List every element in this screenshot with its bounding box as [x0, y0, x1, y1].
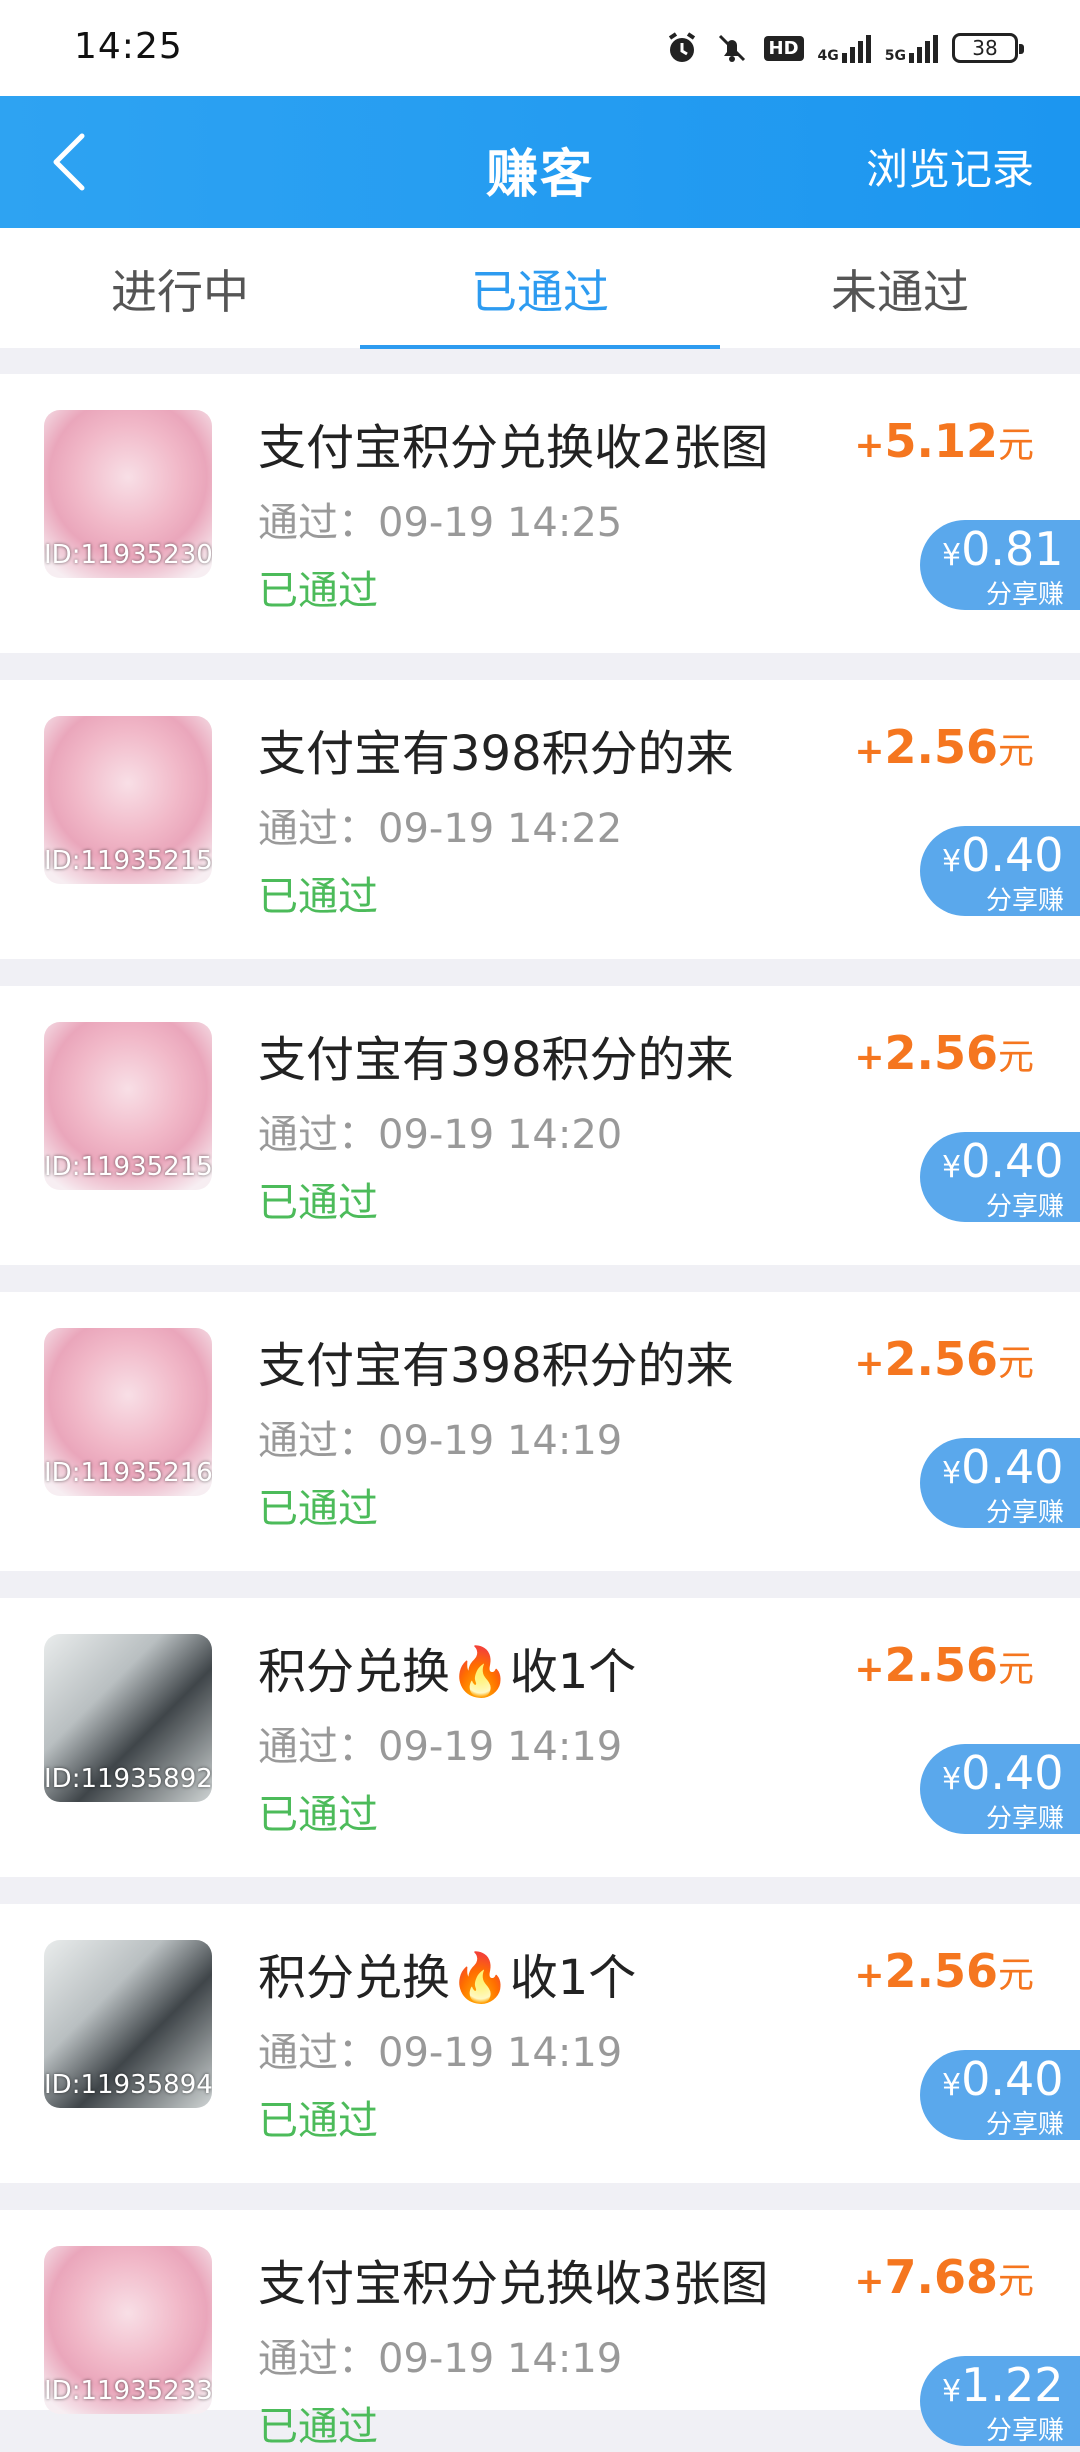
tab-in-progress[interactable]: 进行中 — [0, 256, 360, 322]
reward-amount: +2.56元 — [854, 1944, 1034, 1998]
avatar: ID:11935233 — [44, 2246, 212, 2414]
mute-bell-icon — [714, 30, 750, 66]
pass-time: 通过：09-19 14:19 — [258, 2030, 623, 2076]
list-item[interactable]: ID:11935215 支付宝有398积分的来 通过：09-19 14:22 已… — [0, 680, 1080, 959]
reward-amount: +5.12元 — [854, 414, 1034, 468]
reward-amount: +2.56元 — [854, 1026, 1034, 1080]
reward-amount: +2.56元 — [854, 1332, 1034, 1386]
task-title: 积分兑换🔥收1个 — [258, 1644, 637, 1700]
status-label: 已通过 — [258, 1180, 378, 1226]
list-item[interactable]: ID:11935215 支付宝有398积分的来 通过：09-19 14:20 已… — [0, 986, 1080, 1265]
list-item[interactable]: ID:11935216 支付宝有398积分的来 通过：09-19 14:19 已… — [0, 1292, 1080, 1571]
share-amount: ¥1.22 — [942, 2358, 1064, 2412]
avatar-id-tag: ID:11935216 — [44, 1458, 212, 1488]
avatar-id-tag: ID:11935892 — [44, 1764, 212, 1794]
tab-passed[interactable]: 已通过 — [360, 256, 720, 322]
signal-5g-icon: 5G — [885, 33, 938, 63]
alarm-icon — [664, 30, 700, 66]
share-label: 分享赚 — [985, 1804, 1064, 1834]
share-earn-button[interactable]: ¥0.40 分享赚 — [920, 826, 1080, 916]
avatar: ID:11935230 — [44, 410, 212, 578]
status-label: 已通过 — [258, 1792, 378, 1838]
share-amount: ¥0.40 — [942, 828, 1064, 882]
tab-failed[interactable]: 未通过 — [720, 256, 1080, 322]
share-earn-button[interactable]: ¥0.40 分享赚 — [920, 1132, 1080, 1222]
list-item[interactable]: ID:11935230 支付宝积分兑换收2张图 通过：09-19 14:25 已… — [0, 374, 1080, 653]
share-earn-button[interactable]: ¥0.81 分享赚 — [920, 520, 1080, 610]
share-earn-button[interactable]: ¥0.40 分享赚 — [920, 1438, 1080, 1528]
list-item[interactable]: ID:11935233 支付宝积分兑换收3张图 通过：09-19 14:19 已… — [0, 2210, 1080, 2450]
share-amount: ¥0.40 — [942, 1440, 1064, 1494]
task-title: 支付宝有398积分的来 — [258, 726, 734, 782]
reward-amount: +7.68元 — [854, 2250, 1034, 2304]
share-amount: ¥0.81 — [942, 522, 1064, 576]
avatar-id-tag: ID:11935894 — [44, 2070, 212, 2100]
share-amount: ¥0.40 — [942, 1746, 1064, 1800]
pass-time: 通过：09-19 14:19 — [258, 2336, 623, 2382]
status-label: 已通过 — [258, 1486, 378, 1532]
app-bar: 赚客 浏览记录 — [0, 96, 1080, 228]
avatar: ID:11935215 — [44, 1022, 212, 1190]
pass-time: 通过：09-19 14:20 — [258, 1112, 623, 1158]
status-label: 已通过 — [258, 2404, 378, 2450]
active-tab-indicator — [360, 345, 720, 349]
share-label: 分享赚 — [985, 1498, 1064, 1528]
avatar: ID:11935892 — [44, 1634, 212, 1802]
share-label: 分享赚 — [985, 1192, 1064, 1222]
list-item[interactable]: ID:11935894 积分兑换🔥收1个 通过：09-19 14:19 已通过 … — [0, 1904, 1080, 2183]
list-item[interactable]: ID:11935892 积分兑换🔥收1个 通过：09-19 14:19 已通过 … — [0, 1598, 1080, 1877]
task-title: 支付宝积分兑换收3张图 — [258, 2256, 769, 2312]
avatar-id-tag: ID:11935215 — [44, 1152, 212, 1182]
status-label: 已通过 — [258, 568, 378, 614]
reward-amount: +2.56元 — [854, 1638, 1034, 1692]
hd-icon: HD — [763, 35, 804, 61]
share-amount: ¥0.40 — [942, 2052, 1064, 2106]
avatar: ID:11935215 — [44, 716, 212, 884]
share-earn-button[interactable]: ¥0.40 分享赚 — [920, 1744, 1080, 1834]
status-bar: 14:25 HD 4G 5G 38 — [0, 0, 1080, 96]
pass-time: 通过：09-19 14:25 — [258, 500, 623, 546]
reward-amount: +2.56元 — [854, 720, 1034, 774]
task-title: 支付宝积分兑换收2张图 — [258, 420, 769, 476]
task-title: 支付宝有398积分的来 — [258, 1338, 734, 1394]
avatar-id-tag: ID:11935230 — [44, 540, 212, 570]
task-title: 支付宝有398积分的来 — [258, 1032, 734, 1088]
share-amount: ¥0.40 — [942, 1134, 1064, 1188]
avatar-id-tag: ID:11935233 — [44, 2376, 212, 2406]
avatar: ID:11935216 — [44, 1328, 212, 1496]
task-title: 积分兑换🔥收1个 — [258, 1950, 637, 2006]
signal-4g-icon: 4G — [818, 33, 871, 63]
share-label: 分享赚 — [985, 2416, 1064, 2446]
browse-history-button[interactable]: 浏览记录 — [866, 136, 1034, 197]
tab-bar: 进行中 已通过 未通过 — [0, 228, 1080, 349]
share-earn-button[interactable]: ¥0.40 分享赚 — [920, 2050, 1080, 2140]
pass-time: 通过：09-19 14:22 — [258, 806, 623, 852]
avatar-id-tag: ID:11935215 — [44, 846, 212, 876]
battery-icon: 38 — [952, 33, 1024, 63]
share-label: 分享赚 — [985, 2110, 1064, 2140]
pass-time: 通过：09-19 14:19 — [258, 1724, 623, 1770]
status-label: 已通过 — [258, 2098, 378, 2144]
share-label: 分享赚 — [985, 580, 1064, 610]
avatar: ID:11935894 — [44, 1940, 212, 2108]
pass-time: 通过：09-19 14:19 — [258, 1418, 623, 1464]
status-icons: HD 4G 5G 38 — [664, 26, 1024, 70]
signal-5g-label: 5G — [884, 48, 906, 64]
status-time: 14:25 — [74, 26, 183, 67]
share-label: 分享赚 — [985, 886, 1064, 916]
share-earn-button[interactable]: ¥1.22 分享赚 — [920, 2356, 1080, 2446]
signal-4g-label: 4G — [817, 48, 839, 64]
status-label: 已通过 — [258, 874, 378, 920]
